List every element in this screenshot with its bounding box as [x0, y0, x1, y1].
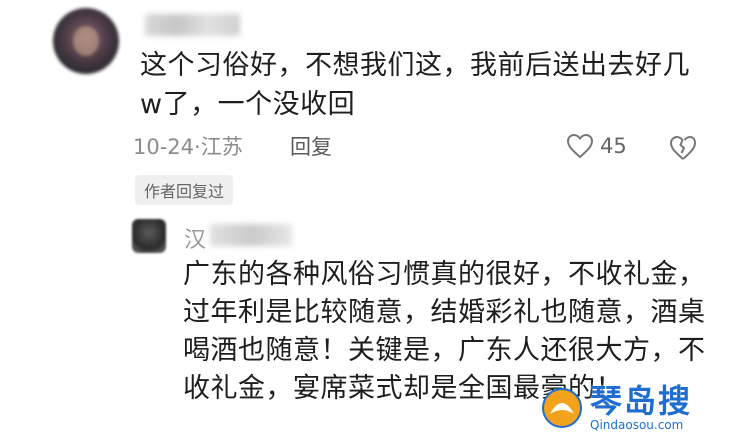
comment-text: 这个习俗好，不想我们这，我前后送出去好几w了，一个没收回 [140, 50, 690, 120]
replier-name[interactable]: 汉 [184, 222, 206, 254]
broken-heart-icon [670, 136, 696, 160]
commenter-avatar[interactable] [53, 8, 119, 74]
like-count: 45 [600, 134, 627, 158]
watermark-logo-icon [542, 388, 582, 428]
watermark: 琴岛搜 Qindaosou.com [540, 384, 692, 432]
replier-name-blurred [210, 224, 292, 246]
heart-icon [566, 133, 594, 159]
like-button[interactable]: 45 [566, 133, 627, 159]
commenter-name-blurred[interactable] [145, 14, 240, 36]
dislike-button[interactable] [668, 135, 698, 165]
watermark-url: Qindaosou.com [590, 418, 684, 432]
comment-date-location: 10-24·江苏 [133, 135, 243, 159]
replier-avatar[interactable] [132, 219, 166, 253]
watermark-title: 琴岛搜 [590, 382, 693, 420]
author-replied-badge: 作者回复过 [135, 175, 234, 205]
reply-button[interactable]: 回复 [290, 131, 332, 161]
